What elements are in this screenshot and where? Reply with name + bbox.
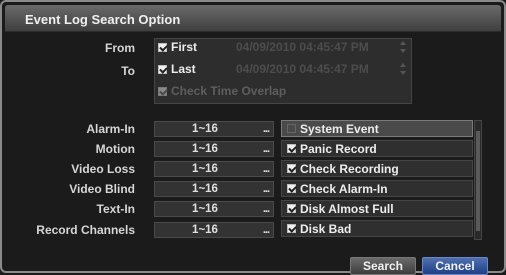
last-label: Last xyxy=(171,62,196,76)
event-item-disk-bad[interactable]: Disk Bad xyxy=(281,220,473,237)
video-blind-browse-button[interactable]: ... xyxy=(263,183,270,195)
system-event-checkbox[interactable] xyxy=(287,124,296,133)
disk-bad-checkbox[interactable] xyxy=(287,224,296,233)
event-item-panic-record[interactable]: Panic Record xyxy=(281,140,473,157)
alarm-in-browse-button[interactable]: ... xyxy=(263,123,270,135)
alarm-in-label: Alarm-In xyxy=(86,122,135,136)
system-event-label: System Event xyxy=(300,122,379,136)
alarm-in-field[interactable]: 1~16 ... xyxy=(154,121,274,137)
motion-label: Motion xyxy=(95,142,135,156)
record-channels-value: 1~16 xyxy=(192,224,218,236)
text-in-field[interactable]: 1~16 ... xyxy=(154,201,274,217)
disk-bad-label: Disk Bad xyxy=(300,222,352,236)
from-spinner-icon[interactable] xyxy=(399,41,407,53)
event-log-search-dialog: Event Log Search Option From To First 04… xyxy=(0,0,506,275)
from-datetime[interactable]: 04/09/2010 04:45:47 PM xyxy=(236,40,369,54)
alarm-in-value: 1~16 xyxy=(192,123,218,135)
from-label: From xyxy=(105,41,135,55)
scrollbar-thumb[interactable] xyxy=(476,131,480,231)
video-loss-browse-button[interactable]: ... xyxy=(263,163,270,175)
check-recording-checkbox[interactable] xyxy=(287,164,296,173)
video-loss-field[interactable]: 1~16 ... xyxy=(154,161,274,177)
motion-browse-button[interactable]: ... xyxy=(263,143,270,155)
dialog-title: Event Log Search Option xyxy=(25,12,181,27)
event-item-check-alarm-in[interactable]: Check Alarm-In xyxy=(281,180,473,197)
video-loss-value: 1~16 xyxy=(192,163,218,175)
last-checkbox[interactable] xyxy=(158,65,167,74)
event-list-scrollbar[interactable] xyxy=(474,120,482,240)
time-overlap-label: Check Time Overlap xyxy=(171,84,287,98)
panic-record-label: Panic Record xyxy=(300,142,377,156)
check-alarm-in-label: Check Alarm-In xyxy=(300,182,388,196)
video-blind-value: 1~16 xyxy=(192,183,218,195)
disk-almost-full-checkbox[interactable] xyxy=(287,204,296,213)
text-in-value: 1~16 xyxy=(192,203,218,215)
disk-almost-full-label: Disk Almost Full xyxy=(300,202,394,216)
record-channels-field[interactable]: 1~16 ... xyxy=(154,222,274,238)
search-button[interactable]: Search xyxy=(350,257,416,275)
check-alarm-in-checkbox[interactable] xyxy=(287,184,296,193)
dialog-title-bar: Event Log Search Option xyxy=(5,5,501,32)
time-overlap-checkbox[interactable] xyxy=(158,87,167,96)
event-item-check-recording[interactable]: Check Recording xyxy=(281,160,473,177)
record-channels-label: Record Channels xyxy=(36,223,135,237)
event-item-disk-almost-full[interactable]: Disk Almost Full xyxy=(281,200,473,217)
video-loss-label: Video Loss xyxy=(71,162,135,176)
text-in-label: Text-In xyxy=(96,202,135,216)
text-in-browse-button[interactable]: ... xyxy=(263,203,270,215)
check-recording-label: Check Recording xyxy=(300,162,399,176)
video-blind-label: Video Blind xyxy=(69,182,135,196)
to-spinner-icon[interactable] xyxy=(399,63,407,75)
cancel-button[interactable]: Cancel xyxy=(422,257,488,275)
panic-record-checkbox[interactable] xyxy=(287,144,296,153)
motion-field[interactable]: 1~16 ... xyxy=(154,141,274,157)
first-checkbox[interactable] xyxy=(158,43,167,52)
first-label: First xyxy=(171,40,198,54)
motion-value: 1~16 xyxy=(192,143,218,155)
to-label: To xyxy=(121,64,135,78)
to-datetime[interactable]: 04/09/2010 04:45:47 PM xyxy=(236,62,369,76)
video-blind-field[interactable]: 1~16 ... xyxy=(154,181,274,197)
event-item-system-event[interactable]: System Event xyxy=(281,120,473,137)
record-channels-browse-button[interactable]: ... xyxy=(263,224,270,236)
